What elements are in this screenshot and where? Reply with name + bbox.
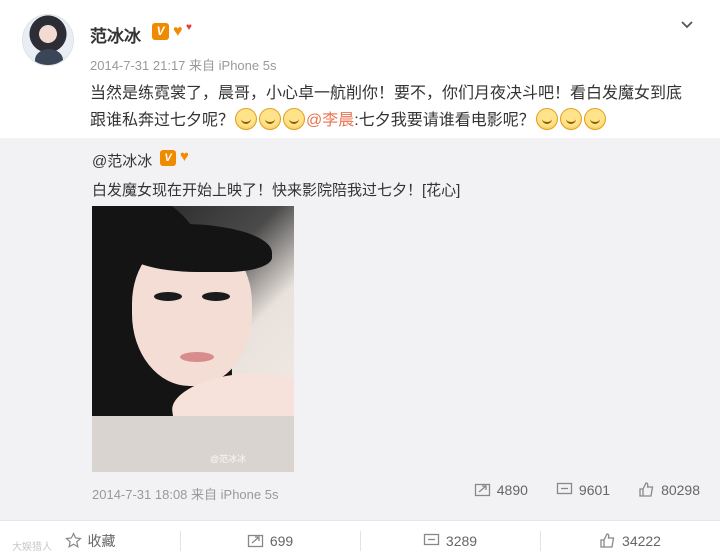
post-content: 当然是练霓裳了，晨哥，小心卓一航削你！要不，你们月夜决斗吧！看白发魔女到底跟谁私… <box>90 80 690 134</box>
emoji-icon <box>559 108 582 130</box>
comment-button[interactable]: 3289 <box>360 521 540 560</box>
like-count[interactable]: 80298 <box>638 481 700 498</box>
weibo-post: 范冰冰 V ♥ ♥ 2014-7-31 21:17 来自 iPhone 5s 当然… <box>0 0 720 560</box>
repost-text: 白发魔女现在开始上映了！快来影院陪我过七夕！[花心] <box>92 182 461 199</box>
repost-photo[interactable]: @范冰冰 <box>92 206 294 472</box>
comment-icon <box>423 533 440 546</box>
repost-box[interactable]: @范冰冰 V ♥ 白发魔女现在开始上映了！快来影院陪我过七夕！[花心] @范冰冰… <box>0 138 720 520</box>
comment-button-count: 3289 <box>445 532 478 549</box>
verified-v-icon: V <box>160 150 176 166</box>
emoji-icon <box>259 108 282 130</box>
repost-button[interactable]: 699 <box>180 521 360 560</box>
photo-watermark: @范冰冰 <box>210 454 247 464</box>
like-icon <box>639 482 654 497</box>
author-name[interactable]: 范冰冰 <box>90 22 141 47</box>
repost-meta: 2014-7-31 18:08 来自 iPhone 5s <box>92 487 279 502</box>
like-button[interactable]: 34222 <box>540 521 720 560</box>
vip-heart-icon: ♥ ♥ <box>173 22 192 40</box>
repost-icon <box>474 483 490 497</box>
vip-heart-icon: ♥ <box>180 148 189 165</box>
comment-count-value: 9601 <box>578 481 611 498</box>
repost-count-value: 4890 <box>496 481 528 498</box>
like-count-value: 80298 <box>661 481 700 498</box>
comment-icon <box>556 482 573 495</box>
repost-stats: 4890 9601 80298 <box>474 481 700 498</box>
emoji-icon <box>283 108 306 130</box>
like-icon <box>600 533 615 548</box>
star-icon <box>64 532 82 549</box>
repost-author[interactable]: @范冰冰 <box>92 150 152 171</box>
emoji-icon <box>235 108 258 130</box>
page-watermark: 大娱猎人 <box>12 542 52 553</box>
avatar[interactable] <box>22 14 74 66</box>
repost-button-count: 699 <box>269 532 294 549</box>
emoji-icon <box>535 108 558 130</box>
emoji-icon <box>583 108 606 130</box>
comment-count[interactable]: 9601 <box>556 481 610 498</box>
repost-icon <box>247 534 263 548</box>
favorite-label: 收藏 <box>87 532 116 549</box>
chevron-down-icon[interactable] <box>680 18 694 32</box>
repost-count[interactable]: 4890 <box>474 481 528 498</box>
verified-v-icon: V <box>152 23 169 40</box>
post-meta: 2014-7-31 21:17 来自 iPhone 5s <box>90 58 277 73</box>
like-button-count: 34222 <box>622 532 661 549</box>
mention-link[interactable]: @李晨 <box>306 112 354 129</box>
action-bar: 收藏 699 3289 34222 <box>0 521 720 560</box>
post-text-tail: :七夕我要请谁看电影呢？ <box>354 112 535 129</box>
